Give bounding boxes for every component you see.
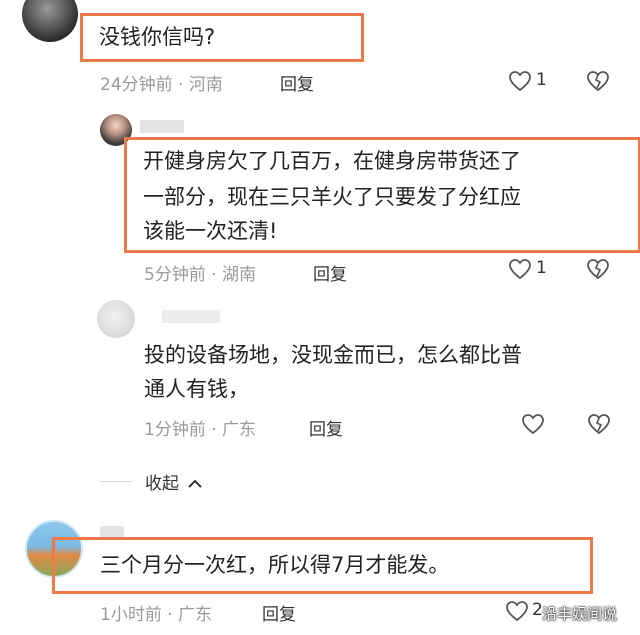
comment-3-time: 1分钟前: [144, 420, 206, 440]
comment-2-meta: 5分钟前 · 湖南: [144, 260, 256, 285]
comment-3-location: 广东: [222, 420, 257, 440]
username-redacted: [162, 310, 220, 323]
meta-separator: ·: [211, 420, 217, 440]
heart-icon[interactable]: [508, 70, 532, 92]
comment-4-meta: 1小时前 · 广东: [100, 600, 212, 625]
comment-2-like-count: 1: [536, 258, 547, 278]
chevron-up-icon: [188, 479, 203, 488]
collapse-button[interactable]: 收起: [145, 469, 203, 494]
comment-1-meta: 24分钟前 · 河南: [100, 70, 223, 95]
heart-icon[interactable]: [521, 413, 545, 435]
broken-heart-icon[interactable]: [586, 258, 610, 280]
comment-2-time: 5分钟前: [144, 265, 206, 285]
comment-1-like-count: 1: [536, 70, 547, 90]
comment-4-text: 三个月分一次红，所以得7月才能发。: [100, 553, 450, 577]
collapse-divider: [100, 481, 132, 482]
heart-icon[interactable]: [505, 600, 529, 622]
comment-4-time: 1小时前: [100, 605, 162, 625]
comment-4-reply-button[interactable]: 回复: [262, 600, 296, 625]
collapse-label: 收起: [145, 474, 179, 494]
username-redacted: [140, 120, 184, 133]
comment-1-reply-button[interactable]: 回复: [280, 70, 314, 95]
heart-icon[interactable]: [508, 258, 532, 280]
comment-1-location: 河南: [188, 75, 223, 95]
comment-4-location: 广东: [178, 605, 213, 625]
comment-1-time: 24分钟前: [100, 75, 173, 95]
broken-heart-icon[interactable]: [587, 413, 611, 435]
comment-2-text-line-1: 开健身房欠了几百万，在健身房带货还了: [143, 149, 521, 173]
comment-2-text-line-3: 该能一次还清!: [143, 219, 278, 243]
watermark: 沿丰娱间说: [542, 605, 618, 623]
meta-separator: ·: [167, 605, 173, 625]
comment-3-text-line-2: 通人有钱，: [144, 377, 249, 401]
broken-heart-icon[interactable]: [586, 70, 610, 92]
comment-2-text-line-2: 一部分，现在三只羊火了只要发了分红应: [143, 185, 521, 209]
comment-1-text: 没钱你信吗?: [99, 25, 216, 49]
comment-2-location: 湖南: [222, 265, 257, 285]
comment-2-reply-button[interactable]: 回复: [313, 260, 347, 285]
comment-3-reply-button[interactable]: 回复: [309, 415, 343, 440]
meta-separator: ·: [211, 265, 217, 285]
avatar-comment-3[interactable]: [97, 300, 135, 338]
comment-3-meta: 1分钟前 · 广东: [144, 415, 256, 440]
comment-3-text-line-1: 投的设备场地，没现金而已，怎么都比普: [144, 343, 522, 367]
avatar-comment-1[interactable]: [22, 0, 78, 42]
meta-separator: ·: [178, 75, 184, 95]
